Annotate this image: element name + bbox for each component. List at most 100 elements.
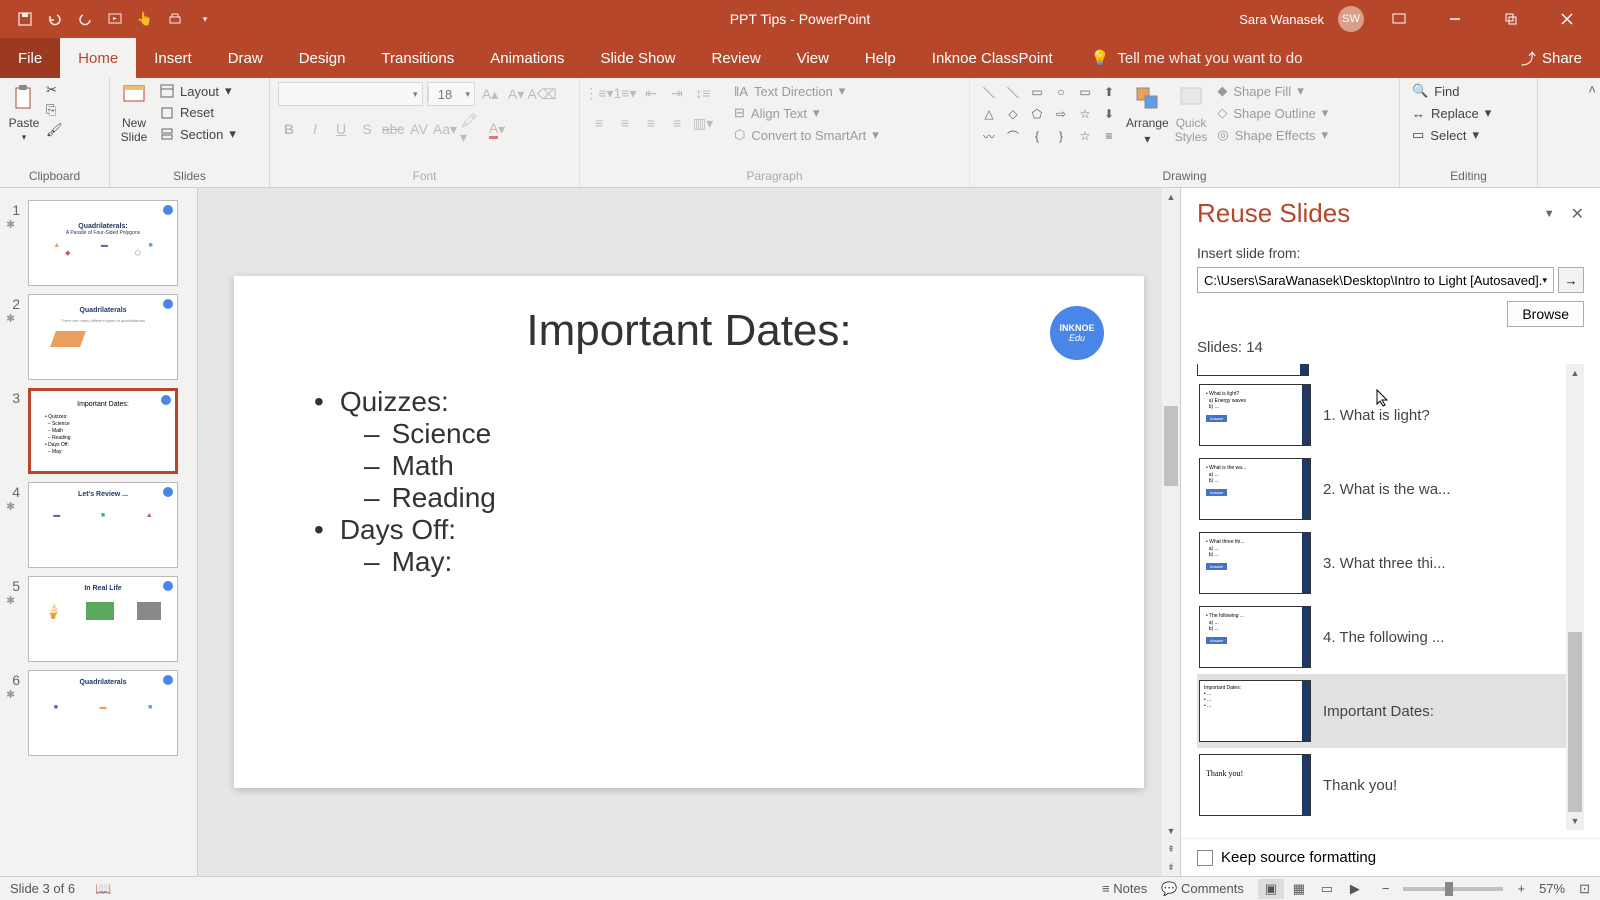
- align-right-icon[interactable]: ≡: [640, 112, 662, 134]
- thumbnail-6[interactable]: 6✱ Quadrilaterals■▬■: [0, 666, 197, 760]
- increase-indent-icon[interactable]: ⇥: [666, 82, 688, 104]
- quick-styles-button[interactable]: Quick Styles: [1175, 82, 1208, 144]
- clear-formatting-icon[interactable]: A⌫: [531, 83, 553, 105]
- tell-me-search[interactable]: 💡 Tell me what you want to do: [1091, 38, 1303, 78]
- slide-body[interactable]: Quizzes: Science Math Reading Days Off: …: [294, 386, 1084, 578]
- columns-icon[interactable]: ▥▾: [692, 112, 714, 134]
- reuse-slide-item[interactable]: Thank you! Thank you!: [1197, 748, 1584, 822]
- character-spacing-icon[interactable]: AV: [408, 118, 430, 140]
- font-name-combo[interactable]: ▾: [278, 82, 423, 106]
- reuse-slide-item[interactable]: • What three thi... a) ... b) ...Answer …: [1197, 526, 1584, 600]
- user-name[interactable]: Sara Wanasek: [1239, 12, 1324, 27]
- zoom-slider[interactable]: [1403, 887, 1503, 891]
- go-button[interactable]: →: [1558, 267, 1584, 293]
- thumbnail-3[interactable]: 3 Important Dates:• Quizzes: – Science –…: [0, 384, 197, 478]
- reuse-list-scrollbar[interactable]: ▲ ▼: [1566, 364, 1584, 830]
- fit-to-window-icon[interactable]: ⊡: [1579, 881, 1590, 897]
- qat-customize-icon[interactable]: ▾: [196, 10, 214, 28]
- increase-font-icon[interactable]: A▴: [479, 83, 501, 105]
- spellcheck-icon[interactable]: 📖: [95, 881, 111, 897]
- tab-inknoe[interactable]: Inknoe ClassPoint: [914, 38, 1071, 78]
- sorter-view-icon[interactable]: ▦: [1286, 879, 1312, 899]
- canvas-scrollbar[interactable]: ▲ ▼ ⇞ ⇟: [1162, 188, 1180, 876]
- shapes-gallery[interactable]: ＼＼▭○▭⬆ △◇⬠⇨☆⬇ 〰⌒{}☆≡: [978, 82, 1120, 146]
- italic-icon[interactable]: I: [304, 118, 326, 140]
- tab-file[interactable]: File: [0, 38, 60, 78]
- user-avatar[interactable]: SW: [1338, 6, 1364, 32]
- ribbon-display-icon[interactable]: [1378, 0, 1420, 38]
- reuse-slide-item[interactable]: • What is the wa... a) ... b) ...Answer …: [1197, 452, 1584, 526]
- comments-button[interactable]: 💬 Comments: [1161, 881, 1244, 897]
- tab-design[interactable]: Design: [281, 38, 364, 78]
- redo-icon[interactable]: [76, 10, 94, 28]
- slideshow-view-icon[interactable]: ▶: [1342, 879, 1368, 899]
- paste-button[interactable]: Paste ▾: [8, 82, 40, 143]
- notes-button[interactable]: ≡ Notes: [1102, 881, 1147, 896]
- bullets-icon[interactable]: ⋮≡▾: [588, 82, 610, 104]
- close-icon[interactable]: [1546, 0, 1588, 38]
- browse-button[interactable]: Browse: [1507, 301, 1584, 327]
- shadow-icon[interactable]: S: [356, 118, 378, 140]
- copy-icon[interactable]: ⎘: [46, 102, 63, 118]
- tab-transitions[interactable]: Transitions: [363, 38, 472, 78]
- thumbnail-2[interactable]: 2✱ QuadrilateralsThere are many differen…: [0, 290, 197, 384]
- scroll-down-icon[interactable]: ▼: [1162, 822, 1180, 840]
- font-color-icon[interactable]: A▾: [486, 118, 508, 140]
- share-button[interactable]: ⤴ Share: [1503, 38, 1600, 78]
- prev-slide-icon[interactable]: ⇞: [1162, 840, 1180, 858]
- tab-help[interactable]: Help: [847, 38, 914, 78]
- shape-fill-button[interactable]: ◆ Shape Fill ▾: [1213, 82, 1332, 100]
- slide-counter[interactable]: Slide 3 of 6: [10, 881, 75, 896]
- scroll-down-icon[interactable]: ▼: [1566, 812, 1584, 830]
- tab-insert[interactable]: Insert: [136, 38, 210, 78]
- cut-icon[interactable]: ✂: [46, 82, 63, 98]
- tab-view[interactable]: View: [779, 38, 847, 78]
- zoom-in-icon[interactable]: +: [1517, 881, 1525, 896]
- maximize-icon[interactable]: [1490, 0, 1532, 38]
- select-button[interactable]: ▭ Select ▾: [1408, 126, 1495, 144]
- reading-view-icon[interactable]: ▭: [1314, 879, 1340, 899]
- thumbnail-1[interactable]: 1✱ Quadrilaterals:A Parade of Four-Sided…: [0, 196, 197, 290]
- scroll-up-icon[interactable]: ▲: [1162, 188, 1180, 206]
- tab-home[interactable]: Home: [60, 38, 136, 78]
- slide-title[interactable]: Important Dates:: [294, 306, 1084, 356]
- shape-outline-button[interactable]: ◇ Shape Outline ▾: [1213, 104, 1332, 122]
- tab-animations[interactable]: Animations: [472, 38, 582, 78]
- arrange-button[interactable]: Arrange▾: [1126, 82, 1169, 146]
- tab-review[interactable]: Review: [693, 38, 778, 78]
- highlight-icon[interactable]: 🖍▾: [460, 118, 482, 140]
- print-icon[interactable]: [166, 10, 184, 28]
- line-spacing-icon[interactable]: ↕≡: [692, 82, 714, 104]
- new-slide-button[interactable]: New Slide: [118, 82, 150, 144]
- scroll-up-icon[interactable]: ▲: [1566, 364, 1584, 382]
- slide-canvas[interactable]: INKNOE Edu Important Dates: Quizzes: Sci…: [234, 276, 1144, 788]
- align-text-button[interactable]: ⊟ Align Text ▾: [730, 104, 883, 122]
- keep-formatting-checkbox[interactable]: [1197, 850, 1213, 866]
- strikethrough-icon[interactable]: abc: [382, 118, 404, 140]
- bold-icon[interactable]: B: [278, 118, 300, 140]
- minimize-icon[interactable]: [1434, 0, 1476, 38]
- collapse-ribbon-icon[interactable]: ˄: [1588, 82, 1596, 97]
- section-button[interactable]: Section ▾: [156, 125, 240, 143]
- pane-options-icon[interactable]: ▼: [1544, 208, 1555, 220]
- zoom-out-icon[interactable]: −: [1382, 881, 1390, 896]
- reset-button[interactable]: Reset: [156, 104, 240, 121]
- thumbnail-4[interactable]: 4✱ Let's Review ...▬■▲: [0, 478, 197, 572]
- format-painter-icon[interactable]: 🖌: [46, 122, 63, 138]
- change-case-icon[interactable]: Aa▾: [434, 118, 456, 140]
- path-combo[interactable]: C:\Users\SaraWanasek\Desktop\Intro to Li…: [1197, 267, 1554, 293]
- decrease-indent-icon[interactable]: ⇤: [640, 82, 662, 104]
- convert-smartart-button[interactable]: ⬡ Convert to SmartArt ▾: [730, 126, 883, 144]
- start-from-beginning-icon[interactable]: [106, 10, 124, 28]
- close-pane-icon[interactable]: ✕: [1571, 204, 1584, 224]
- zoom-level[interactable]: 57%: [1539, 881, 1565, 896]
- text-direction-button[interactable]: ‖A Text Direction ▾: [730, 82, 883, 100]
- thumbnail-5[interactable]: 5✱ In Real Life🍦: [0, 572, 197, 666]
- decrease-font-icon[interactable]: A▾: [505, 83, 527, 105]
- replace-button[interactable]: ↔ Replace ▾: [1408, 104, 1495, 122]
- normal-view-icon[interactable]: ▣: [1258, 879, 1284, 899]
- save-icon[interactable]: [16, 10, 34, 28]
- underline-icon[interactable]: U: [330, 118, 352, 140]
- align-left-icon[interactable]: ≡: [588, 112, 610, 134]
- numbering-icon[interactable]: 1≡▾: [614, 82, 636, 104]
